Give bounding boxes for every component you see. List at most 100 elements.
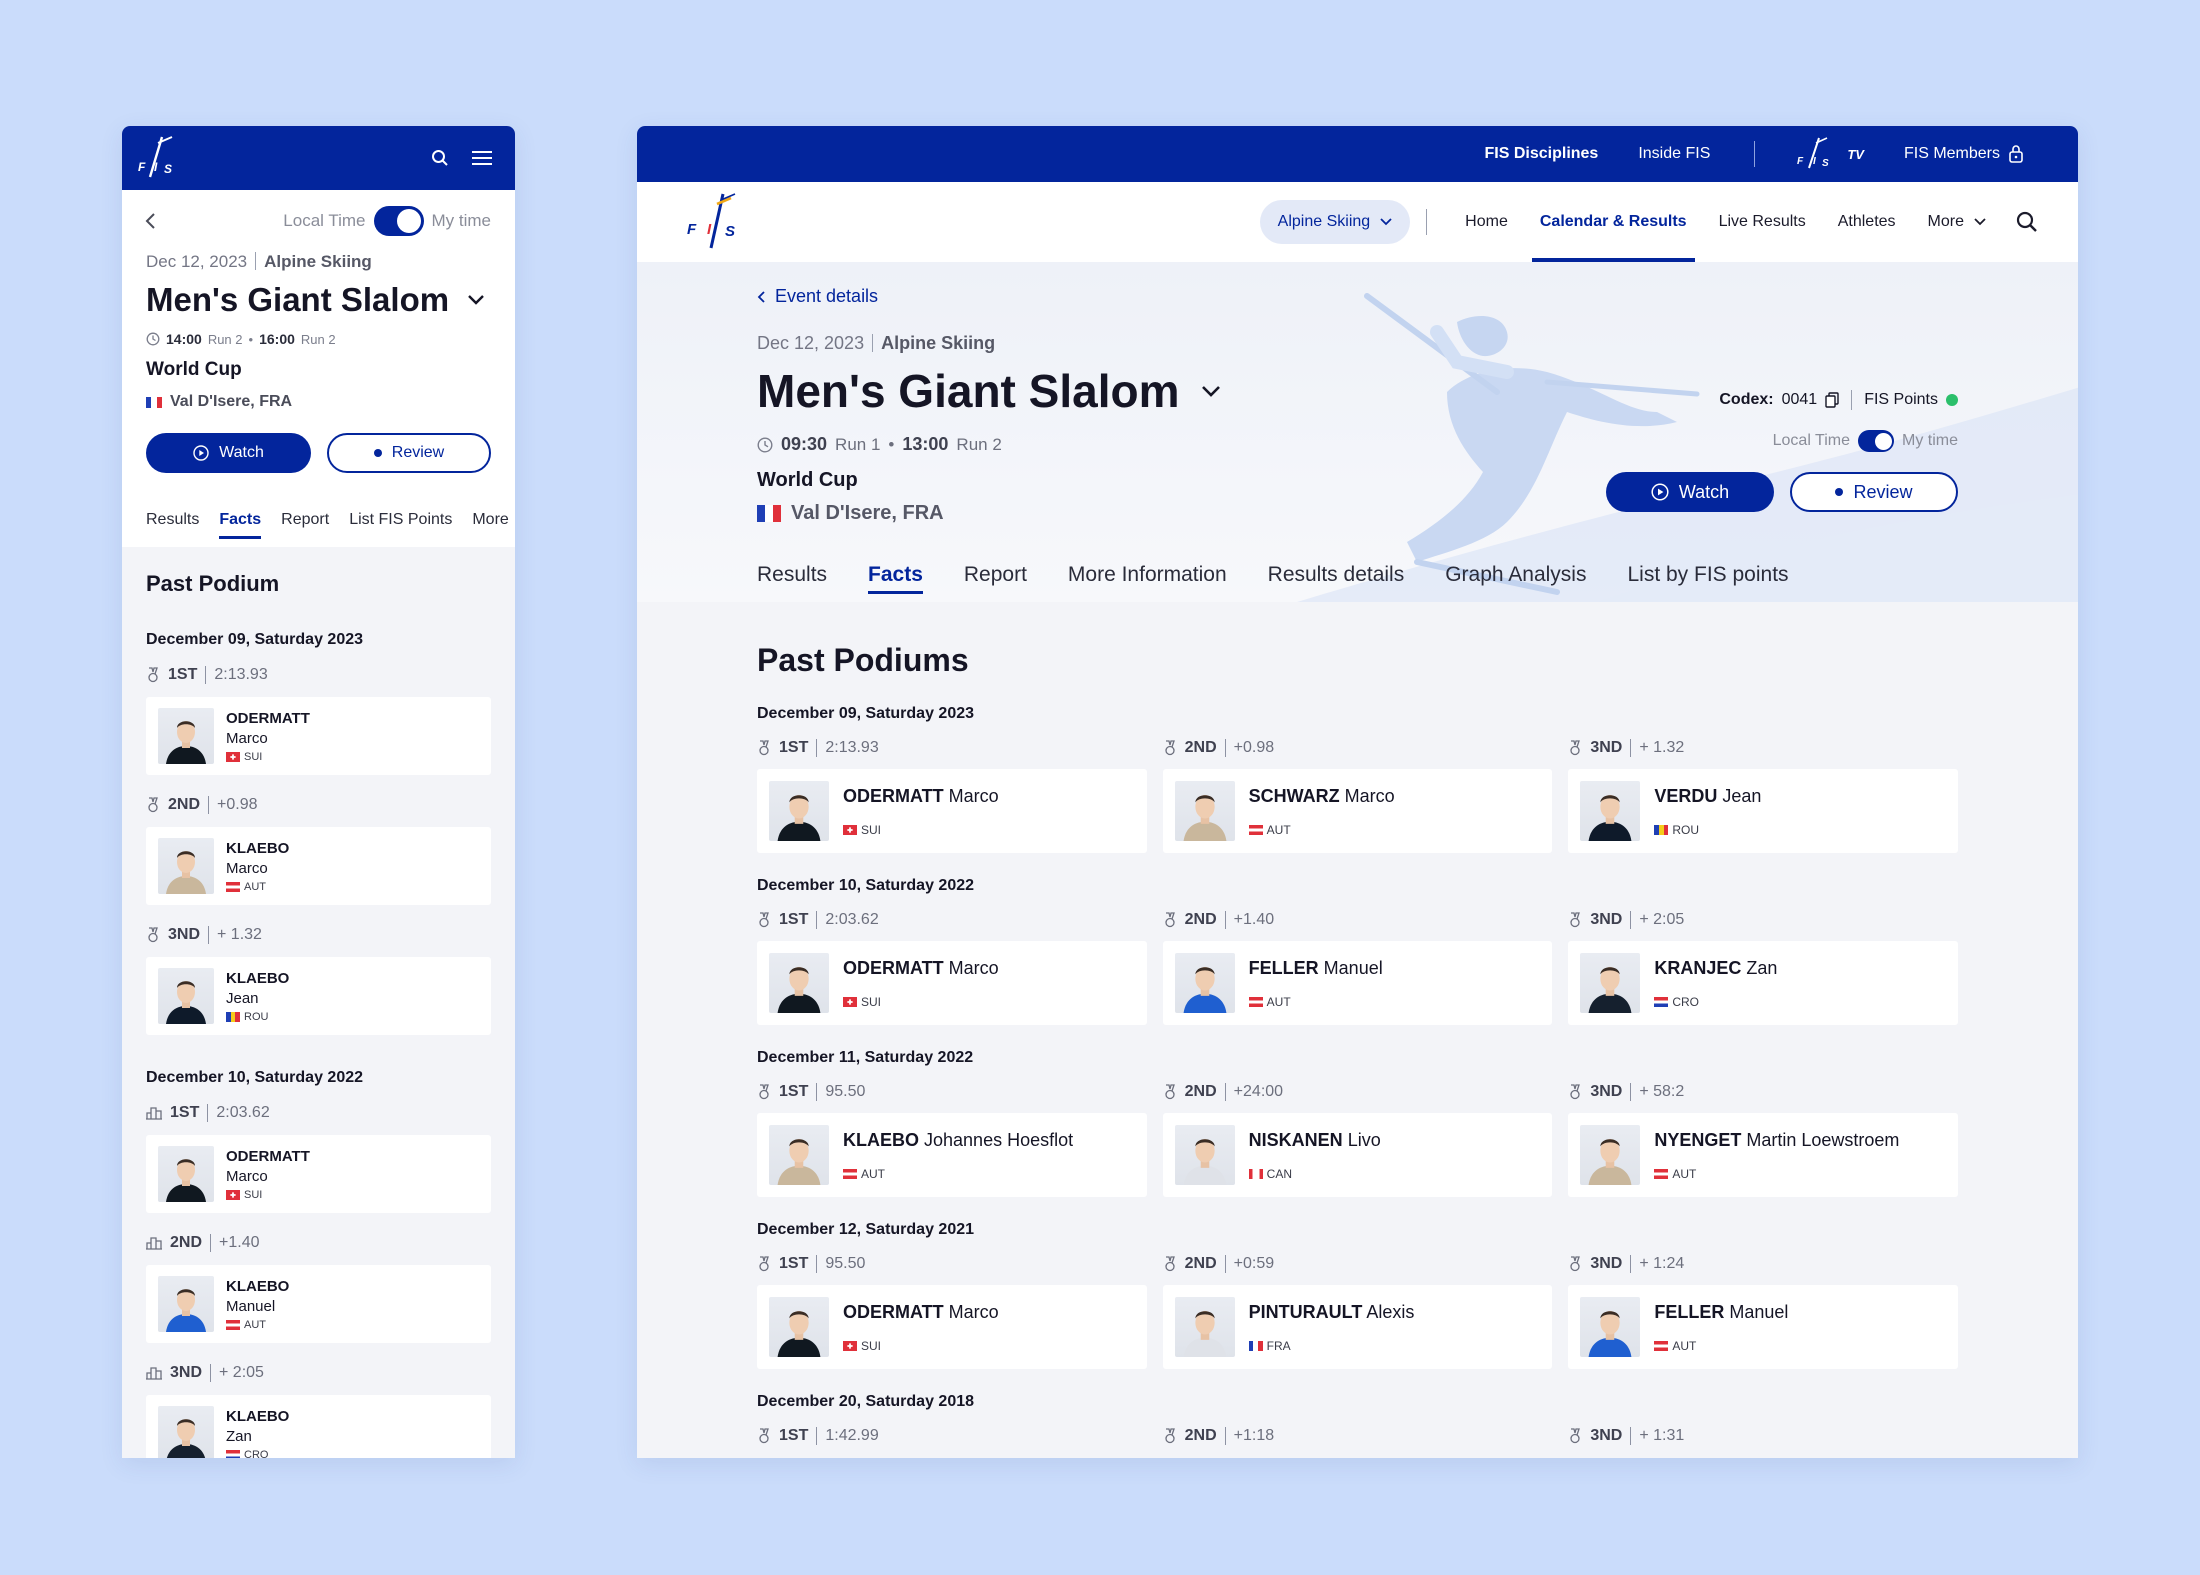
- tab-results-details[interactable]: Results details: [1268, 563, 1405, 594]
- flag-aut-icon: [843, 1168, 857, 1179]
- tab-more-information[interactable]: More Information: [1068, 563, 1227, 594]
- medal-icon: [759, 740, 769, 756]
- podium-icon: [146, 1107, 162, 1120]
- athlete-card[interactable]: PINTURAULT Alexis FRA: [1162, 1285, 1553, 1369]
- athlete-card[interactable]: FELLER Manuel AUT: [1568, 1285, 1958, 1369]
- athlete-last-name: PINTURAULT: [1248, 1301, 1363, 1322]
- tab-facts[interactable]: Facts: [868, 563, 923, 594]
- tab-facts[interactable]: Facts: [219, 511, 262, 539]
- tab-graph-analysis[interactable]: Graph Analysis: [1445, 563, 1586, 594]
- athlete-card[interactable]: ODERMATT Marco SUI: [757, 1285, 1147, 1369]
- athlete-card[interactable]: NYENGET Martin Loewstroem AUT: [1568, 1113, 1958, 1197]
- chevron-down-icon[interactable]: [467, 294, 485, 306]
- athlete-nation: SUI: [244, 751, 263, 763]
- podium-entry: 3ND + 58:2 NYENGET Martin Loewstroem AUT: [1568, 1079, 1958, 1197]
- inside-fis-link[interactable]: Inside FIS: [1638, 145, 1710, 163]
- fis-tv-label: TV: [1847, 146, 1864, 162]
- event-details-back-link[interactable]: Event details: [757, 262, 2078, 307]
- watch-label: Watch: [1678, 481, 1730, 502]
- tab-more[interactable]: More: [472, 511, 508, 539]
- time-toggle[interactable]: [373, 206, 424, 236]
- podium-group: December 10, Saturday 2022 1ST 2:03.62 ODER…: [757, 877, 1958, 1025]
- podium-place: 3ND: [170, 1364, 203, 1381]
- athlete-last-name: KLAEBO: [226, 840, 290, 857]
- medal-icon: [1165, 1256, 1175, 1272]
- watch-button[interactable]: Watch: [146, 433, 311, 473]
- my-time-label: My time: [1902, 432, 1958, 449]
- fis-disciplines-link[interactable]: FIS Disciplines: [1485, 145, 1599, 163]
- menu-icon[interactable]: [471, 150, 493, 166]
- athlete-last-name: ODERMATT: [843, 785, 944, 806]
- podium-place-row: 1ST 2:03.62: [757, 907, 1147, 933]
- time-toggle[interactable]: [1858, 430, 1894, 452]
- svg-text:S: S: [164, 162, 172, 176]
- athlete-avatar: [769, 781, 829, 841]
- podium-entry: 2ND +0:59 PINTURAULT Alexis FRA: [1162, 1251, 1553, 1369]
- event-location: Val D'Isere, FRA: [170, 393, 293, 410]
- nav-athletes[interactable]: Athletes: [1838, 182, 1896, 262]
- tab-list-fis-points[interactable]: List FIS Points: [349, 511, 452, 539]
- athlete-first-name: Marco: [226, 730, 268, 747]
- podium-time: + 2:05: [1639, 911, 1685, 928]
- tab-results[interactable]: Results: [757, 563, 827, 594]
- fis-logo-icon[interactable]: F I S: [685, 190, 745, 254]
- athlete-card[interactable]: ODERMATT Marco SUI: [757, 769, 1147, 853]
- athlete-card[interactable]: KRANJEC Zan CRO: [1568, 941, 1958, 1025]
- tab-report[interactable]: Report: [281, 511, 329, 539]
- review-button[interactable]: Review: [1790, 472, 1958, 512]
- copy-icon[interactable]: [1825, 392, 1839, 408]
- chevron-down-icon[interactable]: [1201, 385, 1221, 398]
- athlete-card[interactable]: KLAEBO Johannes Hoesflot AUT: [757, 1113, 1147, 1197]
- athlete-avatar: [1580, 1297, 1641, 1357]
- fis-logo-icon[interactable]: F I S: [132, 133, 184, 183]
- athlete-card[interactable]: ODERMATT Marco SUI: [146, 697, 491, 775]
- athlete-first-name: Marco: [948, 957, 999, 978]
- podium-time: +1:18: [1233, 1427, 1275, 1444]
- athlete-card[interactable]: SCHWARZ Marco AUT: [1162, 769, 1553, 853]
- search-icon[interactable]: [2016, 211, 2038, 233]
- athlete-avatar: [158, 1276, 214, 1332]
- flag-aut-icon: [1248, 996, 1263, 1007]
- medal-icon: [1570, 1084, 1581, 1100]
- athlete-card[interactable]: FELLER Manuel AUT: [1162, 941, 1553, 1025]
- athlete-nation: SUI: [861, 822, 882, 837]
- flag-sui-icon: [843, 824, 857, 835]
- run-2-label: Run 2: [300, 331, 336, 347]
- nav-more[interactable]: More: [1928, 182, 1986, 262]
- athlete-nation: FRA: [1266, 1338, 1291, 1353]
- athlete-card[interactable]: ODERMATT Marco SUI: [146, 1135, 491, 1213]
- section-title: Past Podium: [146, 571, 280, 596]
- athlete-card[interactable]: KLAEBO Marco AUT: [146, 827, 491, 905]
- podium-place: 2ND: [168, 796, 201, 813]
- nav-home[interactable]: Home: [1465, 182, 1508, 262]
- athlete-card[interactable]: KLAEBO Jean ROU: [146, 957, 491, 1035]
- flag-aut-icon: [1248, 824, 1263, 835]
- athlete-avatar: [158, 1146, 214, 1202]
- fis-tv-link[interactable]: F I S TV: [1795, 136, 1864, 172]
- search-icon[interactable]: [431, 149, 449, 167]
- athlete-first-name: Jean: [226, 990, 259, 1007]
- athlete-card[interactable]: KLAEBO Manuel AUT: [146, 1265, 491, 1343]
- back-chevron-icon[interactable]: [144, 211, 158, 231]
- tab-list-by-fis-points[interactable]: List by FIS points: [1627, 563, 1788, 594]
- athlete-card[interactable]: KLAEBO Zan CRO: [146, 1395, 491, 1458]
- athlete-nation: ROU: [244, 1011, 269, 1023]
- tab-report[interactable]: Report: [964, 563, 1027, 594]
- review-button[interactable]: Review: [327, 433, 491, 473]
- svg-text:F: F: [1797, 156, 1804, 167]
- fis-members-link[interactable]: FIS Members: [1904, 144, 2024, 164]
- discipline-select[interactable]: Alpine Skiing: [1259, 200, 1411, 244]
- athlete-card[interactable]: VERDU Jean ROU: [1568, 769, 1958, 853]
- podium-entry: 2ND +1:18: [1163, 1423, 1553, 1449]
- athlete-card[interactable]: NISKANEN Livo CAN: [1162, 1113, 1553, 1197]
- fis-points-label: FIS Points: [1864, 391, 1938, 408]
- flag-fra-icon: [757, 505, 781, 522]
- flag-rou-icon: [226, 1012, 240, 1022]
- athlete-card[interactable]: ODERMATT Marco SUI: [757, 941, 1147, 1025]
- podium-time: +1.40: [219, 1234, 260, 1251]
- watch-button[interactable]: Watch: [1606, 472, 1774, 512]
- tab-results[interactable]: Results: [146, 511, 199, 539]
- podium-date: December 12, Saturday 2021: [757, 1221, 975, 1238]
- nav-calendar-results[interactable]: Calendar & Results: [1531, 182, 1695, 262]
- nav-live-results[interactable]: Live Results: [1719, 182, 1806, 262]
